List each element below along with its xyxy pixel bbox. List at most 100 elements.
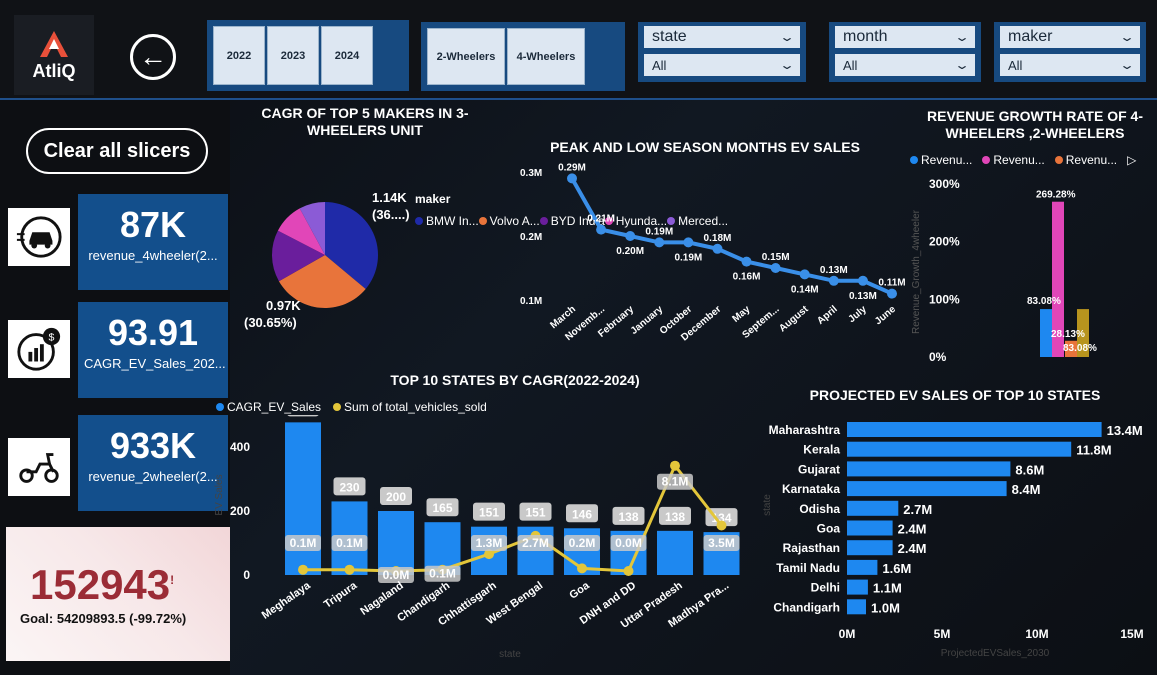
data-label: 0.15M (762, 252, 790, 263)
pie-chart: 1.14K (36....) 0.97K (30.65%) (244, 190, 410, 330)
revenue-growth-legend: Revenu... Revenu... Revenu... ▷ (910, 153, 1136, 167)
logo-text: AtliQ (32, 60, 76, 81)
back-button[interactable]: ← (130, 34, 176, 80)
state-slicer-header[interactable]: state ⌄ (644, 26, 800, 48)
year-2024-button[interactable]: 2024 (321, 26, 373, 85)
year-2022-button[interactable]: 2022 (213, 26, 265, 85)
cagr-bar[interactable] (657, 530, 693, 575)
data-point[interactable] (567, 173, 577, 184)
y-axis-label: Revenue_Growth_4wheeler (911, 209, 922, 334)
line-point[interactable] (716, 520, 727, 531)
line-label: 0.1M (290, 536, 317, 550)
projected-bar[interactable] (847, 540, 893, 556)
projected-bar[interactable] (847, 461, 1011, 477)
kpi-label: CAGR_EV_Sales_202... (84, 356, 226, 371)
data-point[interactable] (654, 237, 665, 248)
state-selected-value: All (652, 57, 667, 73)
y-tick-label: 0.3M (520, 168, 542, 179)
clear-all-slicers-button[interactable]: Clear all slicers (26, 128, 208, 174)
data-point[interactable] (712, 243, 723, 254)
projected-bar[interactable] (847, 579, 868, 595)
line-point[interactable] (577, 563, 587, 574)
chevron-down-icon: ⌄ (778, 58, 796, 72)
month-slicer-label: month (843, 28, 888, 45)
legend-label: Sum of total_vehicles_sold (344, 400, 487, 414)
two-wheelers-button[interactable]: 2-Wheelers (427, 28, 505, 85)
data-label: 0.13M (849, 291, 877, 302)
state-slicer: state ⌄ All ⌄ (638, 22, 806, 82)
pie-data-label: (30.65%) (244, 315, 297, 330)
bar-label: 1.1M (873, 581, 902, 596)
maker-slicer-header[interactable]: maker ⌄ (1000, 26, 1140, 48)
line-point[interactable] (298, 564, 308, 575)
projected-bar[interactable] (847, 599, 866, 615)
data-label: 0.19M (674, 252, 702, 263)
line-point[interactable] (670, 460, 680, 471)
four-wheelers-button[interactable]: 4-Wheelers (507, 28, 585, 85)
data-point[interactable] (625, 231, 636, 241)
line-label: 2.7M (522, 536, 549, 550)
pie-legend-item[interactable]: BMW In... (415, 210, 479, 232)
kpi-label: revenue_4wheeler(2... (88, 248, 218, 263)
legend-next-arrow-icon[interactable]: ▷ (1127, 153, 1136, 167)
bar-label: 165 (432, 501, 452, 515)
bar-label: 269.28% (1036, 190, 1076, 201)
legend-label: Revenu... (1065, 153, 1118, 167)
projected-bar[interactable] (847, 500, 899, 516)
cagr-bar[interactable] (285, 422, 321, 575)
y-tick-label: Chandigarh (773, 600, 840, 614)
x-tick-label: 10M (1025, 627, 1048, 641)
chevron-down-icon: ⌄ (778, 30, 796, 44)
states-cagr-legend: CAGR_EV_Sales Sum of total_vehicles_sold (216, 400, 487, 414)
year-2023-button[interactable]: 2023 (267, 26, 319, 85)
projected-bar[interactable] (847, 559, 878, 575)
data-point[interactable] (857, 275, 868, 286)
legend-label: Revenu... (993, 153, 1045, 167)
kpi-value: 87K (119, 204, 187, 245)
state-slicer-label: state (652, 28, 687, 45)
bar-label: 230 (339, 480, 359, 494)
x-axis-label: state (499, 649, 521, 660)
state-dropdown[interactable]: All ⌄ (644, 54, 800, 76)
chevron-down-icon: ⌄ (953, 58, 971, 72)
goal-value-text: 152943 (30, 561, 171, 608)
line-label: 0.1M (336, 536, 363, 550)
data-point[interactable] (770, 263, 781, 273)
projected-sales-chart: Maharashtra 13.4M Kerala 11.8M Gujarat 8.6M Ka… (762, 422, 1144, 659)
projected-bar[interactable] (847, 441, 1072, 457)
maker-dropdown[interactable]: All ⌄ (1000, 54, 1140, 76)
line-point[interactable] (344, 564, 355, 575)
bar-label: 8.4M (1012, 482, 1041, 497)
growth-chart-icon-graphic: $ (17, 327, 61, 371)
projected-bar[interactable] (847, 481, 1007, 497)
data-point[interactable] (828, 275, 839, 286)
x-tick-label: Meghalaya (260, 579, 314, 622)
projected-sales-title: PROJECTED EV SALES OF TOP 10 STATES (809, 387, 1101, 403)
car-icon (8, 208, 70, 266)
month-dropdown[interactable]: All ⌄ (835, 54, 975, 76)
projected-bar[interactable] (847, 422, 1102, 437)
data-point[interactable] (887, 288, 897, 299)
data-point[interactable] (799, 269, 810, 280)
line-label: 0.1M (429, 567, 456, 581)
bar-label: 200 (386, 490, 406, 504)
bar-label: 138 (665, 510, 685, 524)
bar-label: 151 (479, 506, 499, 520)
line-label: 0.0M (615, 536, 642, 550)
cagr-bar[interactable] (378, 511, 414, 575)
data-point[interactable] (741, 256, 752, 267)
bar-label: 2.4M (898, 541, 927, 556)
legend-dot-icon (478, 217, 487, 225)
y-axis-label: state (762, 494, 773, 516)
bar-label: 1.6M (882, 561, 911, 576)
data-point[interactable] (596, 224, 607, 235)
bar-label: 151 (525, 506, 545, 520)
projected-bar[interactable] (847, 520, 893, 536)
data-point[interactable] (683, 237, 694, 248)
data-label: 0.14M (791, 284, 819, 295)
month-slicer-header[interactable]: month ⌄ (835, 26, 975, 48)
x-tick-label: April (815, 304, 840, 327)
line-point[interactable] (623, 566, 634, 576)
y-tick-label: Goa (817, 522, 841, 536)
bar-label: 11.8M (1076, 443, 1111, 458)
